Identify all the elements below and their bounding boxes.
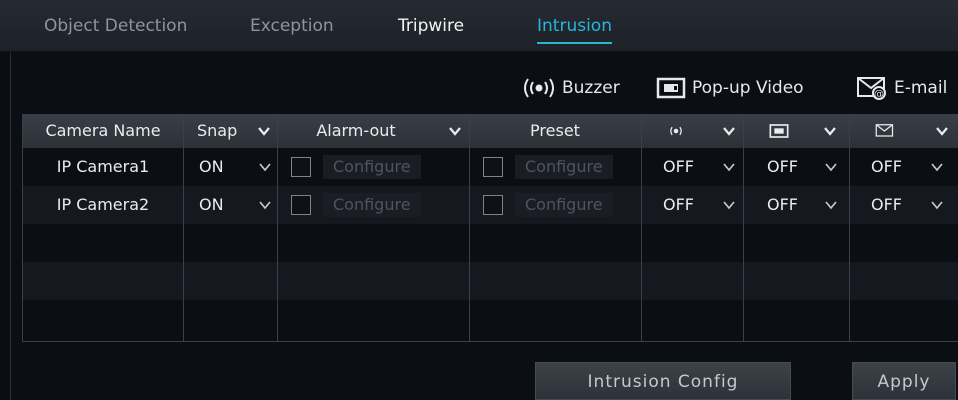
- alarm-out-checkbox[interactable]: [291, 195, 311, 215]
- popup-select[interactable]: OFF: [767, 186, 798, 224]
- tab-bar: Object Detection Exception Tripwire Intr…: [0, 0, 958, 52]
- header-popup-chevron-icon[interactable]: [823, 124, 837, 138]
- snap-select[interactable]: ON: [199, 148, 224, 186]
- legend-email-label: E-mail: [894, 78, 948, 98]
- empty-row: [23, 300, 958, 342]
- preset-configure-button[interactable]: Configure: [515, 193, 613, 217]
- header-snap-chevron-icon[interactable]: [257, 124, 271, 138]
- camera-name: IP Camera2: [56, 195, 150, 214]
- snap-chevron-icon[interactable]: [259, 162, 271, 172]
- preset-configure-button[interactable]: Configure: [515, 155, 613, 179]
- snap-select[interactable]: ON: [199, 186, 224, 224]
- column-divider: [183, 114, 184, 342]
- email-select[interactable]: OFF: [871, 186, 902, 224]
- legend-popup-label: Pop-up Video: [692, 78, 804, 98]
- header-email-icon: [875, 124, 894, 137]
- intrusion-config-button[interactable]: Intrusion Config: [535, 362, 791, 400]
- tab-intrusion[interactable]: Intrusion: [537, 16, 612, 44]
- buzzer-select[interactable]: OFF: [663, 186, 694, 224]
- empty-row: [23, 262, 958, 300]
- header-alarm-out: Alarm-out: [316, 121, 396, 140]
- legend-buzzer: Buzzer: [522, 76, 620, 100]
- column-divider: [469, 114, 470, 342]
- popup-chevron-icon[interactable]: [825, 200, 837, 210]
- tab-exception[interactable]: Exception: [250, 16, 334, 36]
- alarm-out-configure-button[interactable]: Configure: [323, 193, 421, 217]
- email-chevron-icon[interactable]: [931, 162, 943, 172]
- header-snap: Snap: [197, 121, 238, 140]
- alarm-out-configure-button[interactable]: Configure: [323, 155, 421, 179]
- tab-tripwire[interactable]: Tripwire: [398, 16, 464, 36]
- svg-text:@: @: [874, 89, 884, 100]
- camera-name: IP Camera1: [56, 157, 150, 176]
- email-icon: @: [857, 77, 886, 100]
- header-camera-name: Camera Name: [45, 121, 161, 140]
- header-buzzer-chevron-icon[interactable]: [722, 124, 736, 138]
- preset-checkbox[interactable]: [483, 195, 503, 215]
- buzzer-icon: [524, 78, 554, 98]
- header-buzzer-icon: [670, 126, 682, 136]
- popup-video-icon: [656, 77, 686, 99]
- column-divider: [743, 114, 744, 342]
- column-divider: [641, 114, 642, 342]
- header-preset: Preset: [530, 121, 580, 140]
- empty-row: [23, 224, 958, 262]
- buzzer-chevron-icon[interactable]: [723, 200, 735, 210]
- header-popup-video-icon: [769, 124, 789, 138]
- legend-email: @ E-mail: [856, 76, 947, 100]
- alarm-out-checkbox[interactable]: [291, 157, 311, 177]
- legend-popup: Pop-up Video: [656, 76, 804, 100]
- tab-object-detection[interactable]: Object Detection: [44, 16, 187, 36]
- popup-select[interactable]: OFF: [767, 148, 798, 186]
- buzzer-select[interactable]: OFF: [663, 148, 694, 186]
- apply-button[interactable]: Apply: [852, 362, 956, 400]
- intrusion-table: Camera Name Snap Alarm-out Preset IP Cam…: [22, 114, 958, 342]
- snap-chevron-icon[interactable]: [259, 200, 271, 210]
- column-divider: [849, 114, 850, 342]
- table-row: IP Camera1 ON Configure Configure OFF OF…: [23, 148, 958, 186]
- table-row: IP Camera2 ON Configure Configure OFF OF…: [23, 186, 958, 224]
- table-header: Camera Name Snap Alarm-out Preset: [23, 114, 958, 148]
- legend-buzzer-label: Buzzer: [562, 78, 620, 98]
- column-divider: [277, 114, 278, 342]
- email-select[interactable]: OFF: [871, 148, 902, 186]
- header-alarm-out-chevron-icon[interactable]: [448, 124, 462, 138]
- buzzer-chevron-icon[interactable]: [723, 162, 735, 172]
- preset-checkbox[interactable]: [483, 157, 503, 177]
- header-email-chevron-icon[interactable]: [935, 124, 949, 138]
- popup-chevron-icon[interactable]: [825, 162, 837, 172]
- email-chevron-icon[interactable]: [931, 200, 943, 210]
